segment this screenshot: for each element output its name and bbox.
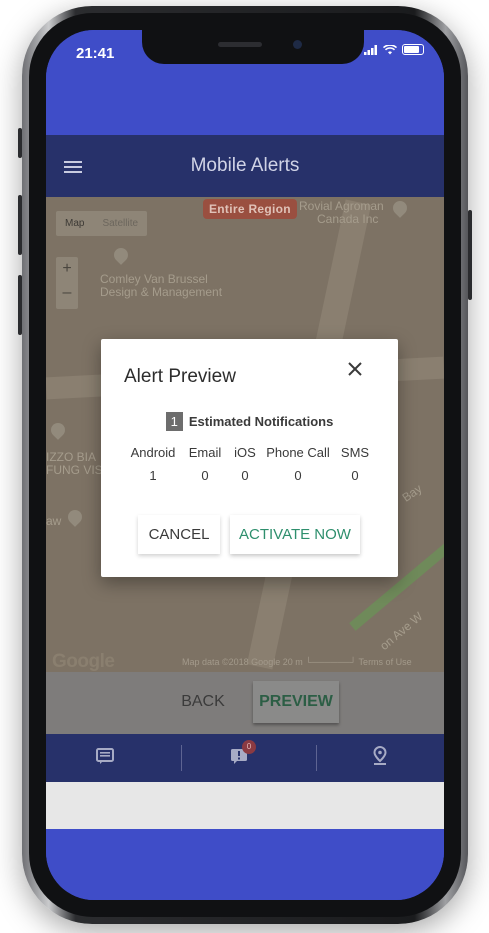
map-street-label: on Ave W	[377, 609, 426, 653]
region-badge[interactable]: Entire Region	[203, 199, 297, 219]
location-pin-icon	[373, 745, 387, 765]
app-bar: Mobile Alerts	[46, 135, 444, 197]
map-pin-icon	[390, 198, 410, 218]
power-button	[468, 210, 472, 300]
google-logo: Google	[52, 651, 115, 672]
cancel-button[interactable]: CANCEL	[138, 515, 220, 554]
close-icon[interactable]	[344, 359, 366, 381]
back-button[interactable]: BACK	[163, 681, 243, 723]
channel-breakdown: Android 1 Email 0 iOS 0 Phone Call 0 SMS 0	[125, 445, 375, 483]
status-time: 21:41	[76, 45, 115, 62]
front-camera	[293, 40, 302, 49]
speaker-grille	[218, 42, 262, 47]
dialog-title: Alert Preview	[124, 366, 236, 387]
estimated-notifications: 1 Estimated Notifications	[101, 412, 398, 431]
volume-up-button	[18, 195, 22, 255]
tab-list[interactable]	[96, 748, 116, 766]
notch	[142, 30, 364, 64]
content-strip	[46, 782, 444, 829]
mute-switch	[18, 128, 22, 158]
alert-preview-dialog: Alert Preview 1 Estimated Notifications …	[101, 339, 398, 577]
estimated-count: 1	[165, 412, 183, 431]
map-street-label: Bay	[399, 481, 425, 505]
volume-down-button	[18, 275, 22, 335]
map-type-satellite[interactable]: Satellite	[93, 211, 147, 236]
signal-icon	[364, 44, 377, 55]
tab-divider	[181, 745, 182, 771]
battery-icon	[402, 44, 424, 55]
action-strip: BACK PREVIEW	[46, 672, 444, 734]
estimated-label: Estimated Notifications	[188, 414, 334, 429]
list-icon	[96, 748, 114, 764]
channel-android: Android 1	[130, 445, 176, 483]
channel-phone-call: Phone Call 0	[266, 445, 330, 483]
channel-ios: iOS 0	[234, 445, 256, 483]
zoom-in-button[interactable]: +	[56, 257, 78, 281]
map-attribution[interactable]: Map data ©2018 Google 20 m └──────┘ Term…	[182, 657, 412, 667]
alert-badge: 0	[242, 740, 256, 754]
tab-location[interactable]	[372, 745, 390, 768]
app-title: Mobile Alerts	[190, 155, 300, 176]
channel-email: Email 0	[188, 445, 222, 483]
map-type-toggle[interactable]: Map Satellite	[56, 211, 148, 236]
wifi-icon	[383, 44, 397, 54]
phone-screen: 21:41 Mobile Alerts Map Satellite + – En…	[46, 30, 444, 900]
map-place-label: Rovial Agroman Canada Inc	[299, 199, 384, 226]
map-pin-icon	[111, 245, 131, 265]
channel-sms: SMS 0	[340, 445, 370, 483]
map-pin-icon	[65, 507, 85, 527]
map-place-label: aw	[46, 514, 62, 528]
map-place-label: IZZO BIA FUNG VIS	[46, 450, 103, 477]
preview-button[interactable]: PREVIEW	[253, 681, 339, 723]
zoom-control: + –	[56, 257, 78, 309]
close-icon-glyph	[348, 362, 362, 376]
zoom-out-button[interactable]: –	[56, 281, 78, 305]
bottom-tab-bar: 0	[46, 734, 444, 782]
bottom-area	[46, 829, 444, 900]
status-icons	[364, 44, 424, 55]
tab-alerts[interactable]: 0	[230, 740, 260, 770]
activate-now-button[interactable]: ACTIVATE NOW	[230, 515, 360, 554]
tab-divider	[316, 745, 317, 771]
map-place-label: Comley Van Brussel Design & Management	[100, 272, 223, 299]
map-pin-icon	[48, 420, 68, 440]
map-type-map[interactable]: Map	[56, 211, 93, 236]
